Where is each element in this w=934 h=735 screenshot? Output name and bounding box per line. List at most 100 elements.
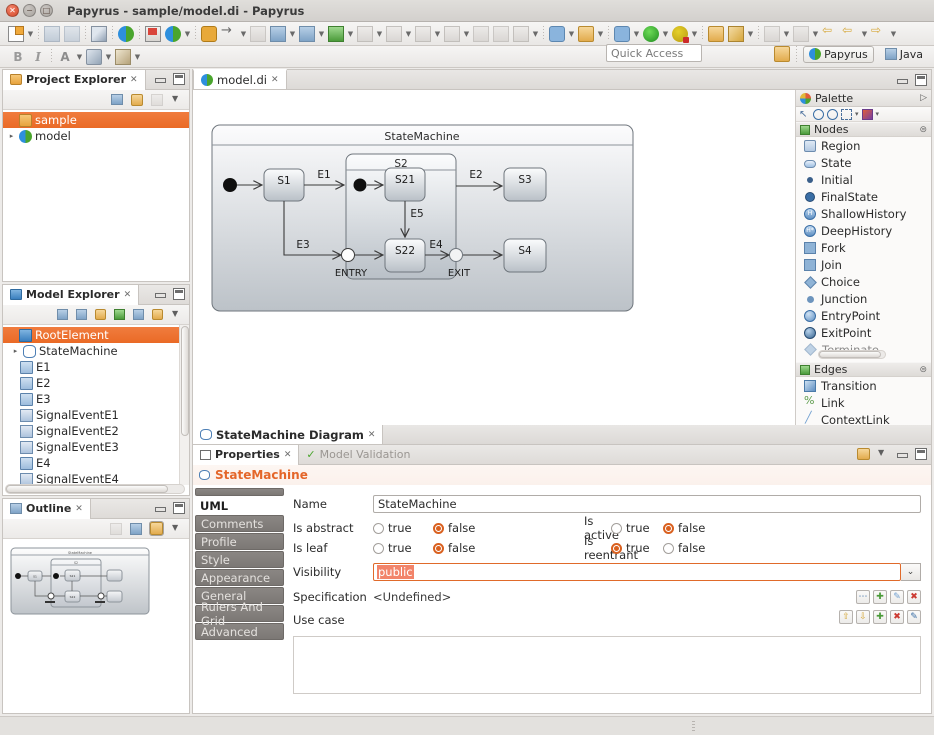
name-input[interactable]: StateMachine — [373, 495, 921, 513]
palette-item-link[interactable]: Link — [796, 394, 931, 411]
bold-button[interactable]: B — [8, 46, 28, 67]
sort-icon[interactable] — [114, 309, 125, 320]
marquee-dropdown-icon[interactable]: ▾ — [855, 110, 859, 118]
forward-dropdown[interactable]: ▼ — [860, 26, 869, 42]
align-button[interactable] — [355, 22, 375, 45]
minimize-icon[interactable] — [154, 288, 166, 300]
scrollbar-thumb[interactable] — [819, 351, 881, 358]
tree-item-signalevente3[interactable]: SignalEventE3 — [3, 439, 189, 455]
tree-item-e2[interactable]: E2 — [3, 375, 189, 391]
drawer-collapse-icon[interactable]: ⊜ — [919, 125, 927, 135]
layers-button[interactable] — [326, 22, 346, 45]
close-icon[interactable]: ✕ — [271, 75, 279, 85]
back-button[interactable] — [820, 22, 840, 45]
is-leaf-true-radio[interactable]: true — [373, 541, 433, 555]
zoom-in-icon[interactable] — [813, 109, 824, 120]
radio-icon[interactable] — [663, 543, 674, 554]
outline-thumbnail-icon[interactable] — [150, 522, 163, 535]
palette-item-join[interactable]: Join — [796, 256, 931, 273]
palette-item-shallowhistory[interactable]: H ShallowHistory — [796, 205, 931, 222]
edit-button[interactable]: ✎ — [890, 590, 904, 604]
run-dropdown[interactable]: ▼ — [661, 26, 670, 42]
resize-dropdown[interactable]: ▼ — [462, 26, 471, 42]
tab-model-validation[interactable]: ✓ Model Validation — [299, 445, 417, 465]
visibility-combo[interactable]: public — [373, 563, 901, 581]
is-abstract-true-radio[interactable]: true — [373, 521, 433, 535]
perspective-dropdown[interactable]: ▼ — [596, 26, 605, 42]
outline-overview-icon[interactable] — [130, 523, 142, 535]
collapse-all-icon[interactable] — [111, 94, 123, 105]
diagram-dropdown[interactable]: ▼ — [288, 26, 297, 42]
tab-properties[interactable]: Properties ✕ — [193, 445, 299, 465]
delete-button[interactable]: ✖ — [907, 590, 921, 604]
radio-icon[interactable] — [663, 523, 674, 534]
model-explorer-hscrollbar[interactable] — [5, 484, 185, 494]
bug-button[interactable] — [547, 22, 567, 45]
maximize-button[interactable]: □ — [40, 4, 53, 17]
papyrus-undo-dropdown[interactable]: ▼ — [183, 26, 192, 42]
palette-item-choice[interactable]: Choice — [796, 273, 931, 290]
filter-dropdown[interactable]: ▼ — [404, 26, 413, 42]
align-dropdown[interactable]: ▼ — [375, 26, 384, 42]
annotation-next-dropdown[interactable]: ▼ — [811, 26, 820, 42]
palette-item-deephistory[interactable]: H* DeepHistory — [796, 222, 931, 239]
properties-tab-profile[interactable]: Profile — [195, 533, 284, 550]
marker-button[interactable] — [511, 22, 531, 45]
view-menu-icon[interactable] — [877, 448, 889, 460]
radio-icon[interactable] — [433, 523, 444, 534]
debug-dropdown[interactable]: ▼ — [690, 26, 699, 42]
view-menu-icon[interactable] — [171, 309, 183, 321]
font-color-button[interactable]: A — [55, 46, 75, 67]
is-leaf-false-radio[interactable]: false — [433, 541, 503, 555]
marquee-icon[interactable] — [841, 109, 852, 120]
tree-item-model[interactable]: ▸ model — [3, 128, 189, 144]
browse-button[interactable]: ⋯ — [856, 590, 870, 604]
radio-icon[interactable] — [433, 543, 444, 554]
tab-model-explorer[interactable]: Model Explorer ✕ — [3, 285, 139, 305]
select-tool-icon[interactable]: ↖ — [799, 109, 810, 120]
maximize-icon[interactable] — [173, 288, 185, 300]
line-color-button[interactable] — [113, 46, 133, 67]
add-button[interactable]: ✚ — [873, 610, 887, 624]
radio-icon[interactable] — [611, 543, 622, 554]
search-wand-button[interactable] — [726, 22, 746, 45]
marker-dropdown[interactable]: ▼ — [531, 26, 540, 42]
run-button[interactable] — [641, 22, 661, 45]
view-menu-icon[interactable] — [171, 523, 183, 535]
properties-tab-comments[interactable]: Comments — [195, 515, 284, 532]
pen-button[interactable] — [89, 22, 109, 45]
external-tools-dropdown[interactable]: ▼ — [632, 26, 641, 42]
select-button[interactable] — [471, 22, 491, 45]
properties-tab-style[interactable]: Style — [195, 551, 284, 568]
palette-item-state[interactable]: State — [796, 154, 931, 171]
palette-item-entrypoint[interactable]: EntryPoint — [796, 307, 931, 324]
is-active-false-radio[interactable]: false — [663, 521, 705, 535]
open-perspective-icon[interactable] — [774, 46, 790, 62]
visibility-dropdown-button[interactable]: ⌄ — [901, 563, 921, 581]
annotation-prev-button[interactable] — [762, 22, 782, 45]
tree-icon[interactable] — [76, 309, 87, 320]
perspective-button[interactable] — [576, 22, 596, 45]
navigate-dropdown[interactable]: ▼ — [433, 26, 442, 42]
fill-color-dropdown[interactable]: ▼ — [104, 49, 113, 65]
tree-item-e4[interactable]: E4 — [3, 455, 189, 471]
move-up-button[interactable]: ⇧ — [839, 610, 853, 624]
font-color-dropdown[interactable]: ▼ — [75, 49, 84, 65]
papyrus-button[interactable] — [116, 22, 136, 45]
minimize-icon[interactable] — [896, 74, 908, 86]
save-button[interactable] — [42, 22, 62, 45]
format-icon[interactable] — [862, 109, 873, 120]
tab-project-explorer[interactable]: Project Explorer ✕ — [3, 70, 146, 90]
add-button[interactable]: ✚ — [873, 590, 887, 604]
tree-item-signalevente1[interactable]: SignalEventE1 — [3, 407, 189, 423]
link-with-editor-icon[interactable] — [152, 309, 163, 320]
edit-icon[interactable] — [95, 309, 106, 320]
new-document-dropdown[interactable]: ▼ — [26, 26, 35, 42]
palette-item-finalstate[interactable]: FinalState — [796, 188, 931, 205]
quick-access-input[interactable]: Quick Access — [606, 44, 702, 62]
outline-thumbnail[interactable]: StateMachine S2 S1 S21 S22 — [3, 539, 189, 713]
close-icon[interactable]: ✕ — [75, 504, 83, 514]
tree-item-signalevente2[interactable]: SignalEventE2 — [3, 423, 189, 439]
is-reentrant-true-radio[interactable]: true — [611, 541, 663, 555]
save-all-button[interactable] — [62, 22, 82, 45]
